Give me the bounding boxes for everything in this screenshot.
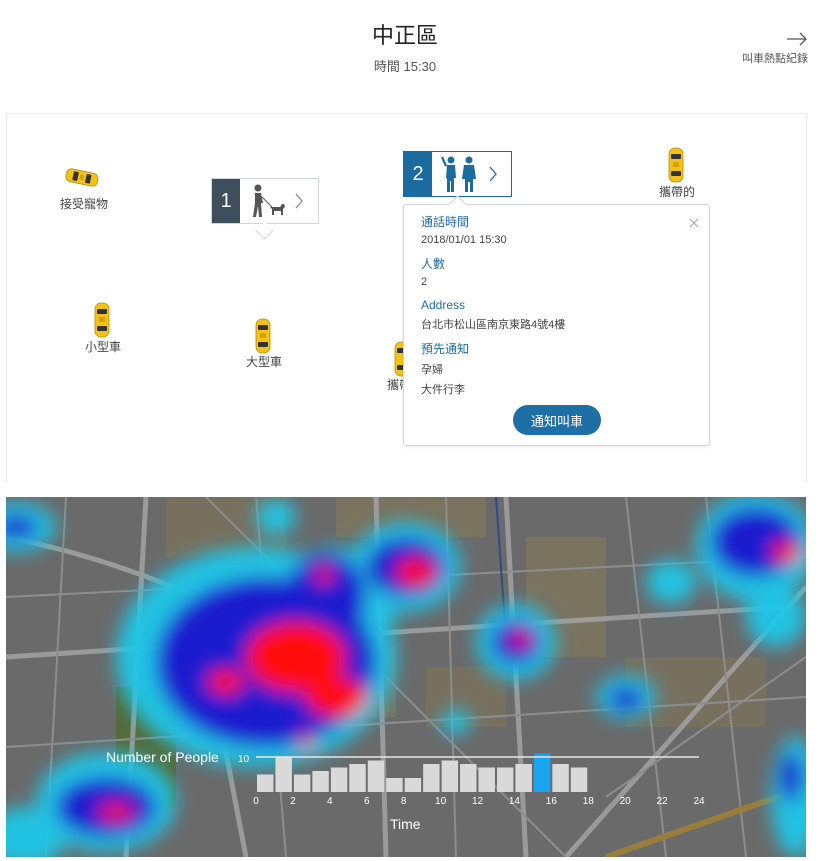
request-card-2[interactable]: 2 xyxy=(403,151,512,197)
chart-bar[interactable] xyxy=(257,774,274,793)
chart-xtick-label: 18 xyxy=(583,796,595,807)
chart-bar[interactable] xyxy=(496,767,514,793)
chart-xtick-label: 12 xyxy=(472,796,484,807)
hotspot-history-link[interactable]: 叫車熱點紀錄 xyxy=(742,32,808,66)
request-card-1[interactable]: 1 xyxy=(211,178,319,224)
chart-bar[interactable] xyxy=(275,757,292,792)
taxi-label-large: 大型車 xyxy=(246,355,283,369)
hotspot-history-label: 叫車熱點紀錄 xyxy=(742,53,808,65)
chart-xtick-label: 2 xyxy=(290,796,296,807)
advance-notice-value: 大件行李 xyxy=(421,384,465,396)
chart-xtick-label: 20 xyxy=(620,796,632,807)
chart-bars xyxy=(257,753,588,793)
taxi-label-carry: 攜帶的 xyxy=(659,185,696,199)
chart-bar[interactable] xyxy=(515,764,532,792)
address-value: 台北市松山區南京東路4號4樓 xyxy=(421,319,566,331)
close-button[interactable] xyxy=(689,215,699,233)
district-title: 中正區 xyxy=(371,23,438,48)
chart-bar[interactable] xyxy=(460,764,477,792)
taxi-label-pet: 接受寵物 xyxy=(60,197,109,211)
advance-notice-value: 孕婦 xyxy=(421,364,443,376)
chart-bar[interactable] xyxy=(349,764,366,792)
chart-xtick-label: 10 xyxy=(435,796,447,807)
chevron-right-icon xyxy=(295,193,303,209)
arrow-right-icon xyxy=(787,32,807,46)
time-label: 時間 15:30 xyxy=(373,59,437,74)
taxi-icon[interactable] xyxy=(64,166,100,188)
chart-bar[interactable] xyxy=(293,774,311,793)
taxi-icon[interactable] xyxy=(92,301,112,339)
chart-bar[interactable] xyxy=(441,760,459,793)
person-with-dog-icon xyxy=(253,184,285,217)
chart-bar[interactable] xyxy=(478,767,495,793)
address-label: Address xyxy=(421,298,466,312)
chart-bar[interactable] xyxy=(367,760,385,793)
chart-xtick-label: 22 xyxy=(657,796,669,807)
chart-xtick-label: 6 xyxy=(364,796,370,807)
call-time-label: 通話時間 xyxy=(421,215,470,229)
call-time-value: 2018/01/01 15:30 xyxy=(421,234,507,246)
notify-taxi-button[interactable]: 通知叫車 xyxy=(513,405,601,435)
chart-bar[interactable] xyxy=(570,767,588,793)
chart-xtick-label: 24 xyxy=(693,796,705,807)
advance-notice-label: 預先通知 xyxy=(421,342,470,356)
chart-xtick-label: 8 xyxy=(401,796,407,807)
chart-bar[interactable] xyxy=(330,767,348,793)
taxi-icon[interactable] xyxy=(253,317,273,355)
two-people-icon xyxy=(440,156,476,192)
chart-xlabel: Time xyxy=(390,816,421,832)
chart-bar[interactable] xyxy=(312,771,329,792)
chart-bar[interactable] xyxy=(386,778,403,792)
people-by-time-chart: 0 2 4 6 8 10 12 14 16 18 20 22 24 Number of People 1… xyxy=(106,749,705,832)
close-icon xyxy=(689,218,699,228)
chart-ytick: 10 xyxy=(238,754,250,765)
taxi-label-small: 小型車 xyxy=(85,340,122,354)
chart-bar[interactable] xyxy=(404,778,422,792)
chart-xtick-label: 16 xyxy=(546,796,558,807)
request-number: 2 xyxy=(404,152,432,196)
chart-bar[interactable] xyxy=(423,764,440,792)
chart-xticks: 0 2 4 6 8 10 12 14 16 18 20 22 24 xyxy=(253,796,705,807)
chart-bar[interactable] xyxy=(552,764,569,792)
chart-xtick-label: 14 xyxy=(509,796,521,807)
chart-xtick-label: 4 xyxy=(327,796,333,807)
people-count-value: 2 xyxy=(421,276,428,288)
people-count-label: 人數 xyxy=(421,257,446,271)
chart-bar-current[interactable] xyxy=(533,753,551,793)
chevron-right-icon xyxy=(489,166,497,182)
taxi-icon[interactable] xyxy=(666,146,686,184)
request-detail-popup: 通話時間 2018/01/01 15:30 人數 2 Address 台北市松山… xyxy=(403,204,710,446)
heatmap-map[interactable]: 0 2 4 6 8 10 12 14 16 18 20 22 24 Number of People 1… xyxy=(6,497,806,857)
chart-ylabel: Number of People xyxy=(106,749,219,765)
request-number: 1 xyxy=(212,179,240,223)
chart-xtick-label: 0 xyxy=(253,796,259,807)
